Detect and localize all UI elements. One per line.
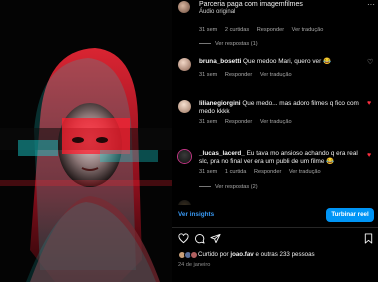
likes-prefix: Curtido por xyxy=(198,251,229,258)
view-replies-link[interactable]: Ver respostas (1) xyxy=(199,41,258,47)
action-bar xyxy=(178,233,374,245)
comment-text: lilianegiorgini Que medo... mas adoro fi… xyxy=(199,100,367,116)
comment-meta: 31 sem 2 curtidas Responder Ver tradução xyxy=(199,27,329,33)
translate-link[interactable]: Ver tradução xyxy=(289,169,321,175)
comment-text: bruna_bosetti Que medoo Mari, quero ver … xyxy=(199,58,367,66)
reply-link[interactable]: Responder xyxy=(225,72,252,78)
comment-username[interactable]: lilianegiorgini xyxy=(199,100,241,107)
reply-link[interactable]: Responder xyxy=(225,119,252,125)
post-title[interactable]: Parceria paga com imagemfilmes xyxy=(199,1,303,8)
audio-label[interactable]: Áudio original xyxy=(199,9,235,15)
reply-link[interactable]: Responder xyxy=(257,27,284,33)
likes-summary[interactable]: Curtido por joao.fav e outras 233 pessoa… xyxy=(178,251,378,261)
comment-meta: 31 sem 1 curtida Responder Ver tradução xyxy=(199,169,327,175)
translate-link[interactable]: Ver tradução xyxy=(260,72,292,78)
comment-text: _lucas_lacerd_ Eu tava mo ansioso achand… xyxy=(199,150,367,166)
comment-meta: 31 sem Responder Ver tradução xyxy=(199,72,298,78)
reply-link[interactable]: Responder xyxy=(254,169,281,175)
commenter-avatar[interactable] xyxy=(178,100,191,113)
more-dots-icon[interactable]: ··· xyxy=(367,0,375,9)
comment-likes[interactable]: 1 curtida xyxy=(225,169,246,175)
likes-suffix[interactable]: e outras 233 pessoas xyxy=(255,251,314,258)
translate-link[interactable]: Ver tradução xyxy=(260,119,292,125)
liker-avatar xyxy=(190,251,198,259)
heart-outline-icon[interactable] xyxy=(178,233,189,244)
comment-time: 31 sem xyxy=(199,72,218,78)
commenter-avatar[interactable] xyxy=(178,200,191,205)
translate-link[interactable]: Ver tradução xyxy=(292,27,324,33)
divider xyxy=(172,227,378,228)
likes-user[interactable]: joao.fav xyxy=(230,251,253,258)
post-date: 24 de janeiro xyxy=(178,262,211,268)
comment-meta: 31 sem Responder Ver tradução xyxy=(199,119,298,125)
comment-body: Que medoo Mari, quero ver 😂 xyxy=(243,58,331,65)
commenter-avatar[interactable] xyxy=(178,58,191,71)
share-icon[interactable] xyxy=(210,233,221,244)
post-header: Parceria paga com imagemfilmes Áudio ori… xyxy=(172,0,378,18)
view-replies-label[interactable]: Ver respostas (1) xyxy=(215,41,258,47)
comment-username[interactable]: _lucas_lacerd_ xyxy=(199,150,245,157)
replies-dash xyxy=(199,43,211,45)
liked-heart-icon[interactable]: ♥ xyxy=(367,100,371,107)
likes-text: Curtido por joao.fav e outras 233 pessoa… xyxy=(198,251,315,258)
view-insights-link[interactable]: Ver insights xyxy=(178,211,214,218)
reel-video-frame xyxy=(0,0,172,282)
boost-reel-button[interactable]: Turbinar reel xyxy=(326,208,374,222)
reel-video[interactable] xyxy=(0,0,172,282)
comment-time: 31 sem xyxy=(199,119,218,125)
comment-username[interactable]: bruna_bosetti xyxy=(199,58,241,65)
view-replies-label[interactable]: Ver respostas (2) xyxy=(215,184,258,190)
commenter-avatar[interactable] xyxy=(178,150,191,163)
liked-heart-icon[interactable]: ♥ xyxy=(367,152,371,159)
view-replies-link[interactable]: Ver respostas (2) xyxy=(199,184,258,190)
comments-list[interactable]: 31 sem 2 curtidas Responder Ver tradução… xyxy=(172,20,378,205)
comment-icon[interactable] xyxy=(194,233,205,244)
bookmark-icon[interactable] xyxy=(363,233,374,244)
comment-likes[interactable]: 2 curtidas xyxy=(225,27,249,33)
comment-time: 31 sem xyxy=(199,169,218,175)
comment-time: 31 sem xyxy=(199,27,218,33)
author-avatar[interactable] xyxy=(178,1,190,13)
post-panel: Parceria paga com imagemfilmes Áudio ori… xyxy=(172,0,378,282)
like-comment-heart-icon[interactable]: ♡ xyxy=(367,58,373,66)
replies-dash xyxy=(199,186,211,188)
